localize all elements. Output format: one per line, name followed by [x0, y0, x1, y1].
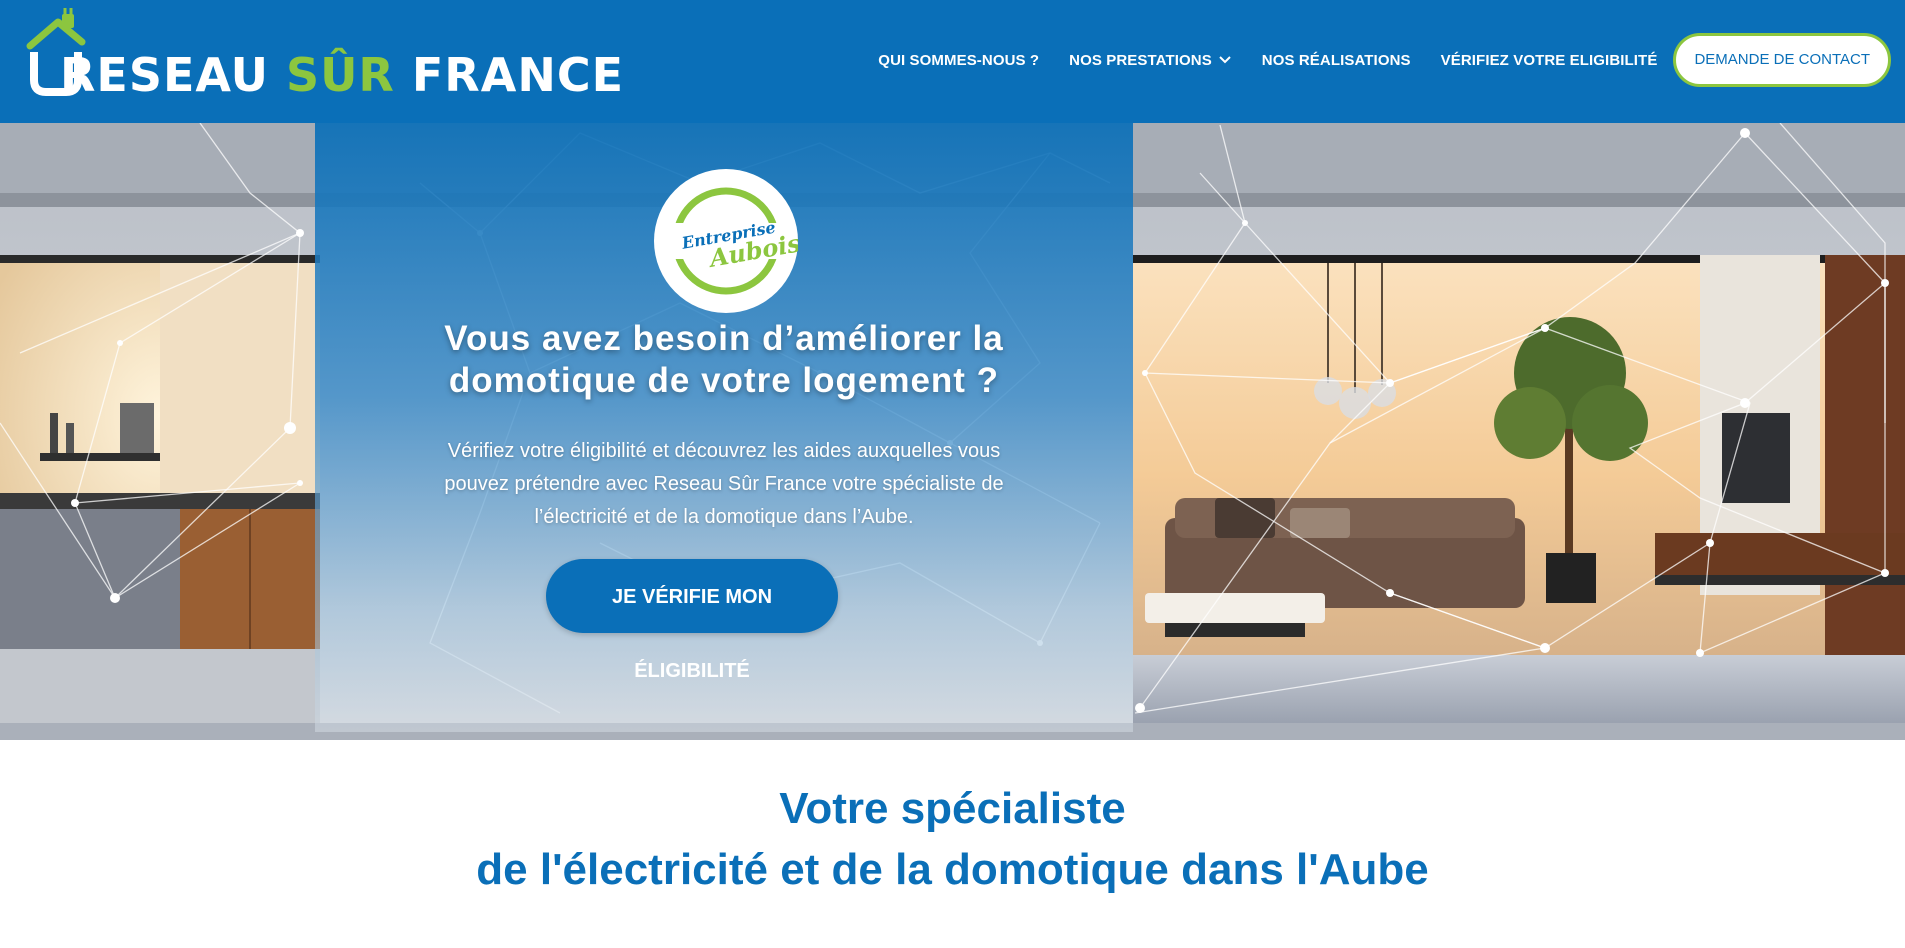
logo-wordmark: RESEAU SÛR FRANCE: [60, 48, 624, 102]
hero-description-line2: pouvez prétendre avec Reseau Sûr France …: [444, 473, 1004, 495]
nav-item-label: VÉRIFIEZ VOTRE ELIGIBILITÉ: [1440, 51, 1658, 69]
hero-banner: Entreprise Auboise Vous avez besoin d’am…: [0, 123, 1905, 740]
hero-title-line2: domotique de votre logement ?: [448, 361, 1000, 400]
nav-item-label: NOS PRESTATIONS: [1069, 51, 1212, 69]
hero-content-panel: Entreprise Auboise Vous avez besoin d’am…: [315, 123, 1133, 732]
logo-word-reseau: RESEAU: [60, 48, 269, 102]
nav-item-label: QUI SOMMES-NOUS ?: [878, 51, 1040, 69]
section-title-line2: de l'électricité et de la domotique dans…: [476, 845, 1429, 894]
chevron-down-icon: [1219, 56, 1231, 64]
nav-item-label: NOS RÉALISATIONS: [1261, 51, 1411, 69]
hero-title: Vous avez besoin d’améliorer la domotiqu…: [355, 318, 1093, 402]
hero-description-line3: l’électricité et de la domotique dans l’…: [534, 506, 914, 528]
nav-item-qui-sommes-nous[interactable]: QUI SOMMES-NOUS ?: [878, 52, 1039, 69]
site-logo[interactable]: RESEAU SÛR FRANCE: [26, 8, 626, 102]
nav-item-nos-prestations[interactable]: NOS PRESTATIONS: [1069, 52, 1232, 69]
entreprise-auboise-badge: Entreprise Auboise: [654, 169, 798, 313]
site-header: RESEAU SÛR FRANCE QUI SOMMES-NOUS ? NOS …: [0, 0, 1905, 123]
hero-title-line1: Vous avez besoin d’améliorer la: [444, 319, 1004, 358]
logo-word-france: FRANCE: [411, 48, 624, 102]
logo-word-sur: SÛR: [285, 48, 395, 102]
check-eligibility-button[interactable]: JE VÉRIFIE MON ÉLIGIBILITÉ: [546, 559, 838, 682]
section-title: Votre spécialiste de l'électricité et de…: [0, 778, 1905, 900]
nav-item-verifiez-eligibilite[interactable]: VÉRIFIEZ VOTRE ELIGIBILITÉ: [1441, 52, 1658, 69]
nav-item-nos-realisations[interactable]: NOS RÉALISATIONS: [1262, 52, 1411, 69]
section-title-line1: Votre spécialiste: [779, 784, 1126, 833]
hero-description: Vérifiez votre éligibilité et découvrez …: [405, 435, 1043, 534]
main-nav: QUI SOMMES-NOUS ? NOS PRESTATIONS NOS RÉ…: [878, 32, 1891, 88]
entreprise-auboise-logo: Entreprise Auboise: [668, 187, 798, 295]
hero-description-line1: Vérifiez votre éligibilité et découvrez …: [447, 440, 1001, 462]
contact-request-button[interactable]: DEMANDE DE CONTACT: [1673, 33, 1891, 87]
